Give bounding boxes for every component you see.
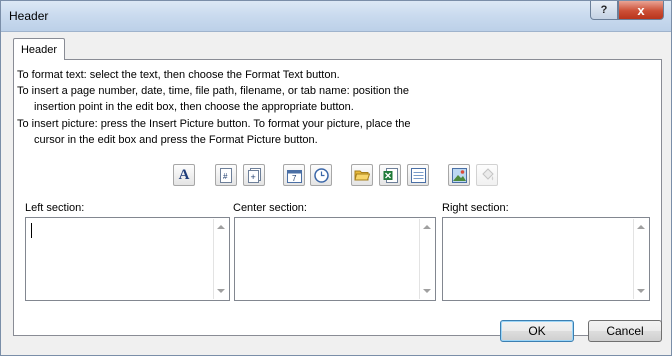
scroll-down-arrow-icon[interactable] [217, 289, 225, 293]
right-section-label: Right section: [442, 202, 509, 214]
insert-time-button[interactable] [310, 164, 332, 186]
scroll-up-arrow-icon[interactable] [637, 225, 645, 229]
format-text-button[interactable]: A [173, 164, 195, 186]
cancel-button[interactable]: Cancel [588, 320, 662, 342]
insert-number-of-pages-button[interactable]: + [243, 164, 265, 186]
right-section-editbox[interactable] [442, 217, 650, 301]
format-picture-button[interactable] [476, 164, 498, 186]
scroll-down-arrow-icon[interactable] [637, 289, 645, 293]
center-section-label: Center section: [233, 202, 307, 214]
title-bar[interactable]: Header ? x [1, 1, 671, 32]
excel-file-icon [383, 167, 398, 183]
instruction-line-3: insertion point in the edit box, then ch… [34, 101, 354, 113]
tab-header[interactable]: Header [13, 38, 65, 60]
dialog-title: Header [9, 9, 49, 23]
picture-icon [451, 167, 467, 183]
format-text-icon: A [178, 166, 190, 183]
help-icon: ? [600, 4, 608, 16]
close-button[interactable]: x [618, 1, 664, 20]
scroll-down-arrow-icon[interactable] [423, 289, 431, 293]
center-section-scrollbar[interactable] [419, 219, 434, 299]
header-dialog: Header ? x Header To format text: select… [0, 0, 672, 356]
instruction-line-4: To insert picture: press the Insert Pict… [17, 118, 411, 130]
center-section-editbox[interactable] [234, 217, 436, 301]
scroll-up-arrow-icon[interactable] [423, 225, 431, 229]
close-icon: x [637, 2, 645, 18]
calendar-glyph: 7 [292, 174, 297, 183]
insert-sheet-name-button[interactable] [407, 164, 429, 186]
instruction-line-5: cursor in the edit box and press the For… [34, 134, 318, 146]
ok-button[interactable]: OK [500, 320, 574, 342]
right-section-scrollbar[interactable] [633, 219, 648, 299]
left-section-scrollbar[interactable] [213, 219, 228, 299]
text-cursor [31, 223, 32, 238]
insert-file-name-button[interactable] [379, 164, 401, 186]
help-button[interactable]: ? [590, 1, 618, 20]
number-of-pages-icon: + [247, 167, 261, 183]
number-of-pages-glyph: + [250, 172, 255, 182]
insert-date-button[interactable]: 7 [283, 164, 305, 186]
insert-picture-button[interactable] [448, 164, 470, 186]
clock-icon [313, 167, 329, 183]
calendar-icon: 7 [286, 168, 302, 183]
scroll-up-arrow-icon[interactable] [217, 225, 225, 229]
page-number-icon: # [220, 167, 232, 183]
tab-header-label: Header [20, 43, 58, 56]
instruction-line-1: To format text: select the text, then ch… [17, 69, 340, 81]
sheet-tab-icon [410, 167, 426, 183]
insert-page-number-button[interactable]: # [215, 164, 237, 186]
paint-bucket-icon [480, 167, 495, 183]
open-folder-icon [354, 168, 370, 182]
insert-file-path-button[interactable] [351, 164, 373, 186]
page-number-glyph: # [223, 172, 228, 181]
dialog-body: Header To format text: select the text, … [8, 32, 664, 350]
left-section-label: Left section: [25, 202, 85, 214]
left-section-editbox[interactable] [25, 217, 230, 301]
instruction-line-2: To insert a page number, date, time, fil… [17, 85, 409, 97]
